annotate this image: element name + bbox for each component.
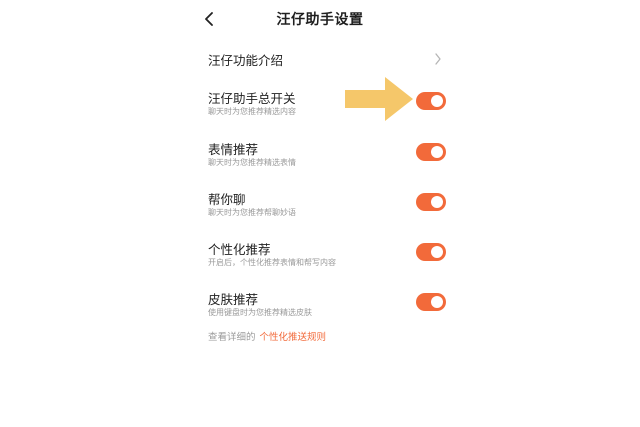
setting-row-chat-helper: 帮你聊 聊天时为您推荐帮聊妙语 — [208, 189, 450, 225]
toggle-knob — [431, 296, 443, 308]
arrow-right-icon — [345, 77, 413, 121]
setting-title: 表情推荐 — [208, 142, 259, 157]
footer-rules-line: 查看详细的 个性化推送规则 — [208, 329, 326, 343]
toggle-knob — [431, 146, 443, 158]
toggle-knob — [431, 246, 443, 258]
setting-row-sticker-recommend: 表情推荐 聊天时为您推荐精选表情 — [208, 139, 450, 175]
setting-description: 使用键盘时为您推荐精选皮肤 — [208, 308, 312, 317]
setting-row-skin-recommend: 皮肤推荐 使用键盘时为您推荐精选皮肤 — [208, 289, 450, 325]
settings-page: 汪仔助手设置 汪仔功能介绍 汪仔助手总开关 聊天时为您推荐精选内容 表情推荐 聊… — [0, 0, 640, 427]
personalized-recommend-toggle[interactable] — [416, 243, 446, 261]
setting-description: 聊天时为您推荐精选表情 — [208, 158, 296, 167]
setting-description: 开启后，个性化推荐表情和帮写内容 — [208, 258, 336, 267]
header: 汪仔助手设置 — [0, 0, 640, 38]
setting-title: 帮你聊 — [208, 192, 246, 207]
setting-row-personalized-recommend: 个性化推荐 开启后，个性化推荐表情和帮写内容 — [208, 239, 450, 275]
setting-description: 聊天时为您推荐精选内容 — [208, 107, 296, 116]
feature-intro-label: 汪仔功能介绍 — [208, 52, 284, 68]
toggle-knob — [431, 95, 443, 107]
page-title: 汪仔助手设置 — [276, 12, 364, 28]
toggle-knob — [431, 196, 443, 208]
back-button[interactable] — [199, 8, 221, 30]
setting-title: 个性化推荐 — [208, 242, 271, 257]
sticker-recommend-toggle[interactable] — [416, 143, 446, 161]
chevron-right-icon — [430, 51, 446, 67]
setting-title: 皮肤推荐 — [208, 292, 259, 307]
master-switch-toggle[interactable] — [416, 92, 446, 110]
personalized-push-rules-link[interactable]: 个性化推送规则 — [260, 332, 327, 343]
setting-description: 聊天时为您推荐帮聊妙语 — [208, 208, 296, 217]
footer-prefix: 查看详细的 — [208, 332, 256, 343]
setting-title: 汪仔助手总开关 — [208, 91, 296, 106]
feature-intro-row[interactable]: 汪仔功能介绍 — [198, 47, 454, 71]
chevron-left-icon — [205, 12, 213, 26]
skin-recommend-toggle[interactable] — [416, 293, 446, 311]
chat-helper-toggle[interactable] — [416, 193, 446, 211]
